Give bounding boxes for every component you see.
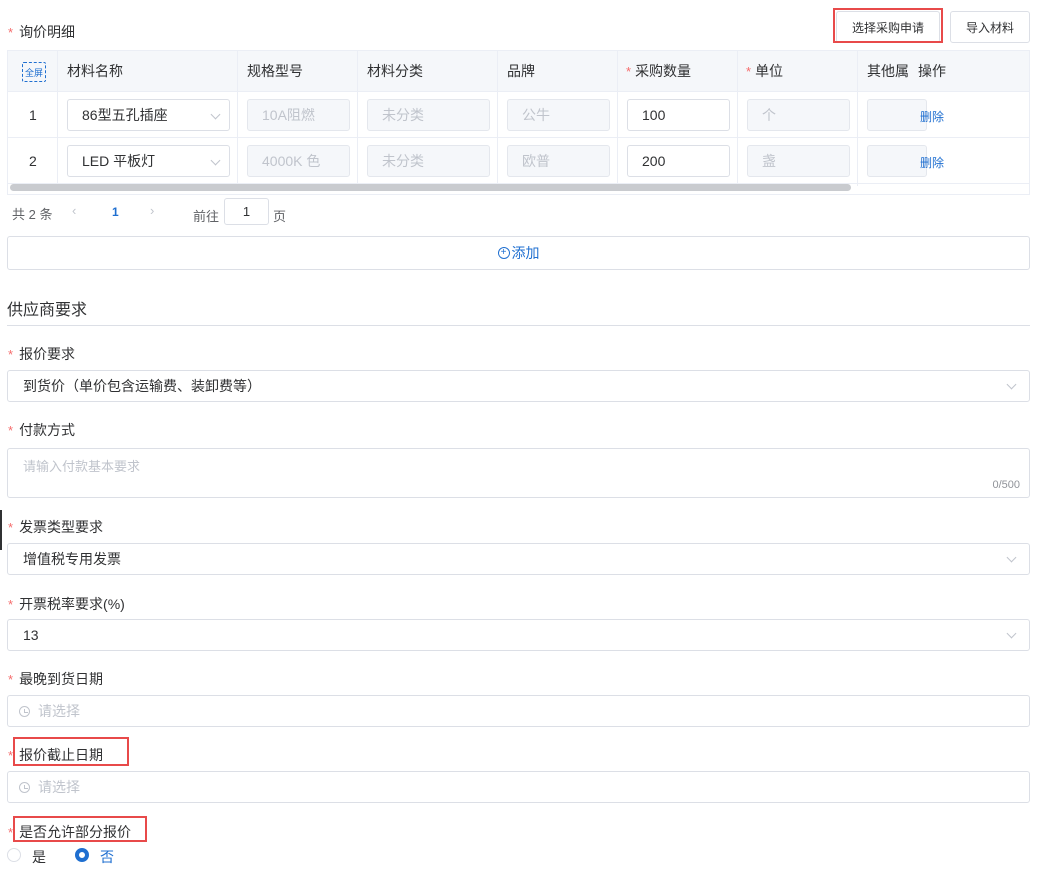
brand-input: 公牛 [507,99,610,131]
page-suffix: 页 [273,209,287,224]
brand-input: 欧普 [507,145,610,177]
chevron-down-icon [210,109,221,120]
inquiry-detail-title: * 询价明细 [8,22,75,42]
quote-deadline-picker[interactable]: 请选择 [7,771,1030,803]
material-name-select[interactable]: LED 平板灯 [67,145,230,177]
clock-icon [19,706,30,717]
goto-label: 前往 [193,209,220,224]
left-edge-marker [0,510,2,550]
next-page-icon[interactable]: › [150,203,154,218]
materials-table: 全屏 材料名称 规格型号 材料分类 品牌 * 采购数量 * 单位 其他属 操作 1 … [7,50,1030,195]
partial-yes-label[interactable]: 是 [32,847,46,867]
goto-page-input[interactable]: 1 [224,198,269,225]
add-row-button[interactable]: + 添加 [7,236,1030,270]
latest-arrival-date-picker[interactable]: 请选择 [7,695,1030,727]
table-header: 全屏 材料名称 规格型号 材料分类 品牌 * 采购数量 * 单位 其他属 操作 [8,51,1029,92]
clock-icon [19,782,30,793]
plus-circle-icon: + [497,247,510,259]
invoice-type-select[interactable]: 增值税专用发票 [7,543,1030,575]
spec-input: 10A阻燃 [247,99,350,131]
row-index: 2 [29,153,37,169]
chevron-down-icon [210,155,221,166]
col-unit: * 单位 [746,63,784,79]
highlight-partial-quote [13,816,147,842]
highlight-quote-deadline [13,737,129,766]
col-brand: 品牌 [507,63,535,79]
partial-no-label[interactable]: 否 [100,847,114,867]
col-material-name: 材料名称 [67,63,123,79]
inquiry-detail-title-text: 询价明细 [19,24,76,40]
horizontal-scrollbar[interactable] [10,184,851,191]
col-spec: 规格型号 [247,63,303,79]
quote-req-select[interactable]: 到货价（单价包含运输费、装卸费等） [7,370,1030,402]
add-row-label: 添加 [511,245,540,261]
page-number-current[interactable]: 1 [112,205,119,219]
partial-no-radio[interactable] [75,848,89,862]
quote-req-label: * 报价要求 [8,346,76,362]
chevron-down-icon [1006,552,1017,563]
tax-rate-label: * 开票税率要求(%) [8,596,125,612]
spec-input: 4000K 色 [247,145,350,177]
unit-input: 盏 [747,145,850,177]
col-quantity: * 采购数量 [626,63,692,79]
other-attr-input [867,99,927,131]
latest-arrival-date-label: * 最晚到货日期 [8,671,104,687]
category-input: 未分类 [367,99,490,131]
required-mark: * [8,25,14,40]
import-materials-button[interactable]: 导入材料 [950,11,1030,43]
category-input: 未分类 [367,145,490,177]
row-index: 1 [29,107,37,123]
delete-row-link[interactable]: 删除 [920,154,944,171]
payment-counter: 0/500 [992,479,1020,491]
payment-placeholder: 请输入付款基本要求 [23,459,141,474]
section-divider [7,325,1030,326]
quantity-input[interactable]: 100 [627,99,730,131]
table-row: 1 86型五孔插座 10A阻燃 未分类 公牛 100 个 删除 [8,92,1029,138]
material-name-select[interactable]: 86型五孔插座 [67,99,230,131]
prev-page-icon[interactable]: ‹ [72,203,76,218]
chevron-down-icon [1006,628,1017,639]
col-other-attr: 其他属 [867,63,909,79]
chevron-down-icon [1006,379,1017,390]
col-category: 材料分类 [367,63,423,79]
payment-textarea[interactable]: 请输入付款基本要求 0/500 [7,448,1030,498]
tax-rate-select[interactable]: 13 [7,619,1030,651]
payment-label: * 付款方式 [8,422,76,438]
partial-yes-radio[interactable] [7,848,21,862]
quantity-input[interactable]: 200 [627,145,730,177]
unit-input: 个 [747,99,850,131]
highlight-select-request [833,8,943,43]
fullscreen-icon[interactable]: 全屏 [22,62,46,82]
supplier-section-title: 供应商要求 [7,302,88,319]
pagination-total: 共 2 条 [12,207,53,222]
col-action: 操作 [918,63,946,79]
delete-row-link[interactable]: 删除 [920,108,944,125]
table-row: 2 LED 平板灯 4000K 色 未分类 欧普 200 盏 删除 [8,138,1029,184]
other-attr-input [867,145,927,177]
invoice-type-label: * 发票类型要求 [8,519,104,535]
